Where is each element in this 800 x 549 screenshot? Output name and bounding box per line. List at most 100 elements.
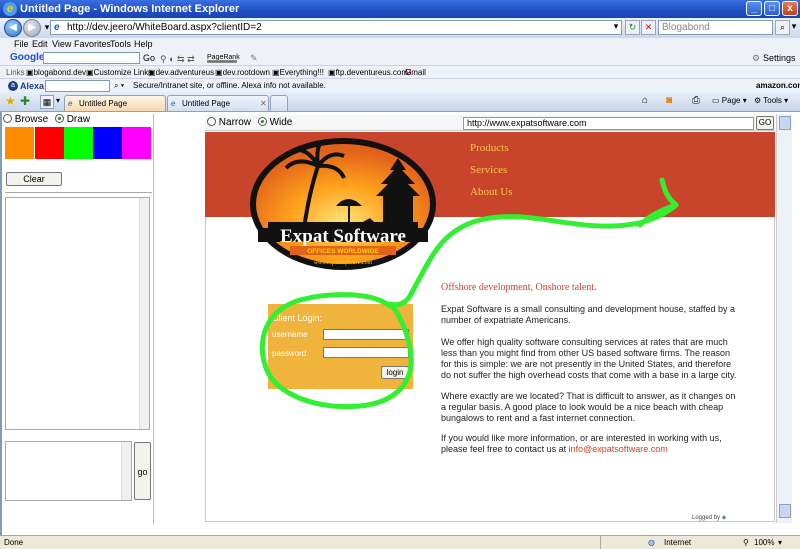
- login-button[interactable]: login: [381, 366, 409, 379]
- nav-about-us[interactable]: About Us: [470, 186, 512, 198]
- close-button[interactable]: x: [782, 1, 798, 16]
- feeds-icon[interactable]: ◙: [666, 95, 672, 106]
- maximize-button[interactable]: □: [764, 1, 780, 16]
- page-icon: e: [54, 22, 60, 33]
- minimize-button[interactable]: _: [746, 1, 762, 16]
- menu-help[interactable]: Help: [134, 38, 153, 51]
- tools-menu-button[interactable]: ⚙ Tools ▾: [754, 96, 788, 105]
- window-title-bar: e Untitled Page - Windows Internet Explo…: [0, 0, 800, 18]
- scroll-up-icon[interactable]: [779, 116, 791, 130]
- intro-paragraph: Expat Software is a small consulting and…: [441, 304, 736, 325]
- address-text: http://dev.jeero/WhiteBoard.aspx?clientI…: [67, 22, 262, 33]
- draw-label: Draw: [66, 114, 91, 125]
- browse-label: Browse: [14, 114, 49, 125]
- menu-tools[interactable]: Tools: [110, 38, 131, 51]
- alexa-search-input[interactable]: [45, 80, 110, 92]
- stop-icon[interactable]: ✕: [641, 20, 656, 35]
- narrow-radio[interactable]: [207, 117, 216, 126]
- color-swatch-orange[interactable]: [5, 127, 34, 159]
- page-scrollbar[interactable]: [776, 114, 792, 523]
- nav-products[interactable]: Products: [470, 142, 509, 154]
- divider: [5, 192, 152, 193]
- search-input[interactable]: Blogabond: [658, 20, 773, 35]
- back-icon[interactable]: ◀: [4, 19, 22, 37]
- favorites-star-icon[interactable]: ★: [5, 94, 16, 108]
- google-settings-button[interactable]: Settings: [763, 51, 796, 65]
- color-swatch-green[interactable]: [64, 127, 93, 159]
- google-toolbar: Google Go ⚲ ◐ ⇆ ⇄ PageRank ✎ ⚙ Settings: [0, 51, 800, 65]
- search-icon[interactable]: ⌕: [775, 20, 790, 35]
- scroll-down-icon[interactable]: [779, 504, 791, 518]
- tab-bar: ★ ✚ ▦ ▾ e Untitled Page e Untitled Page …: [0, 92, 800, 112]
- settings-icon: ⚙: [752, 53, 761, 63]
- page-menu-button[interactable]: ▭ Page ▾: [712, 96, 747, 105]
- browse-go-button[interactable]: GO: [756, 116, 774, 130]
- draw-radio[interactable]: [54, 114, 64, 123]
- logged-by-badge: Logged by ◈: [692, 514, 726, 521]
- zoom-level[interactable]: 100%: [754, 536, 774, 549]
- window-title: Untitled Page - Windows Internet Explore…: [20, 3, 240, 15]
- home-icon[interactable]: ⌂: [642, 95, 648, 106]
- tab-untitled-1[interactable]: e Untitled Page: [64, 95, 166, 111]
- login-heading: Client Login:: [272, 313, 323, 323]
- zoom-dropdown-icon[interactable]: ▾: [778, 536, 782, 549]
- username-label: username: [272, 330, 308, 339]
- gutter: [154, 114, 205, 524]
- message-input[interactable]: [5, 441, 132, 501]
- google-tools-icons[interactable]: ⚲ ◐ ⇆ ⇄: [160, 52, 195, 66]
- print-icon[interactable]: ⎙: [692, 95, 700, 106]
- clear-button[interactable]: Clear: [6, 172, 62, 186]
- color-swatch-blue[interactable]: [93, 127, 122, 159]
- amazon-link[interactable]: amazon.com: [756, 79, 800, 93]
- refresh-icon[interactable]: ↻: [625, 20, 640, 35]
- nav-services[interactable]: Services: [470, 164, 507, 176]
- search-options-icon[interactable]: ▾: [789, 20, 799, 35]
- alexa-search-icon[interactable]: ⌕ ▾: [114, 79, 124, 93]
- contact-paragraph: If you would like more information, or a…: [441, 433, 741, 455]
- tab-close-icon[interactable]: ✕: [260, 96, 267, 111]
- username-field[interactable]: [323, 329, 409, 340]
- menu-edit[interactable]: Edit: [32, 38, 48, 51]
- alexa-toolbar: a Alexa ⌕ ▾ Secure/Intranet site, or off…: [0, 78, 800, 92]
- pagerank-bar: [207, 60, 237, 63]
- message-log-scrollbar[interactable]: [139, 198, 149, 429]
- tab-page-icon: e: [68, 99, 73, 108]
- address-bar-row: ◀ ▶ ▾ e http://dev.jeero/WhiteBoard.aspx…: [0, 18, 800, 38]
- zoom-icon[interactable]: ⚲: [743, 536, 749, 549]
- google-go-button[interactable]: Go: [143, 51, 155, 65]
- quick-tabs-icon[interactable]: ▦: [40, 95, 54, 109]
- message-log[interactable]: [5, 197, 150, 430]
- status-divider: [600, 536, 601, 549]
- menu-view[interactable]: View: [52, 38, 71, 51]
- new-tab-button[interactable]: [270, 95, 288, 111]
- google-search-input[interactable]: [43, 52, 140, 64]
- wide-label: Wide: [269, 117, 293, 128]
- password-field[interactable]: [323, 347, 409, 358]
- expat-software-logo: Expat Software OFFICES WORLDWIDE www.exp…: [250, 138, 436, 270]
- address-input[interactable]: e http://dev.jeero/WhiteBoard.aspx?clien…: [50, 20, 622, 35]
- contact-email-link[interactable]: info@expatsoftware.com: [569, 444, 668, 454]
- color-swatch-red[interactable]: [35, 127, 64, 159]
- go-button[interactable]: go: [134, 442, 151, 500]
- tab-untitled-2[interactable]: e Untitled Page ✕: [167, 95, 269, 111]
- search-text: Blogabond: [662, 22, 710, 33]
- menu-favorites[interactable]: Favorites: [74, 38, 111, 51]
- wide-radio[interactable]: [257, 117, 267, 126]
- ie-logo-icon: e: [3, 2, 17, 16]
- address-dropdown-icon[interactable]: ▾: [611, 20, 621, 35]
- menu-bar: File Edit View Favorites Tools Help: [0, 38, 800, 51]
- width-selector: Narrow Wide: [207, 116, 292, 129]
- color-swatch-magenta[interactable]: [122, 127, 151, 159]
- status-bar: Done ◍ Internet ⚲ 100% ▾: [0, 535, 800, 549]
- forward-icon[interactable]: ▶: [23, 19, 41, 37]
- browse-url-input[interactable]: http://www.expatsoftware.com: [463, 117, 754, 130]
- message-input-scrollbar[interactable]: [121, 442, 131, 500]
- browse-radio[interactable]: [3, 114, 12, 123]
- logo-subtitle: OFFICES WORLDWIDE: [307, 248, 379, 255]
- zone-label: Internet: [664, 538, 692, 547]
- paperclip-icon[interactable]: ✎: [250, 51, 258, 65]
- tab-list-icon[interactable]: ▾: [56, 96, 60, 105]
- add-favorite-icon[interactable]: ✚: [20, 94, 30, 108]
- menu-file[interactable]: File: [14, 38, 29, 51]
- browse-url-text: http://www.expatsoftware.com: [467, 118, 587, 128]
